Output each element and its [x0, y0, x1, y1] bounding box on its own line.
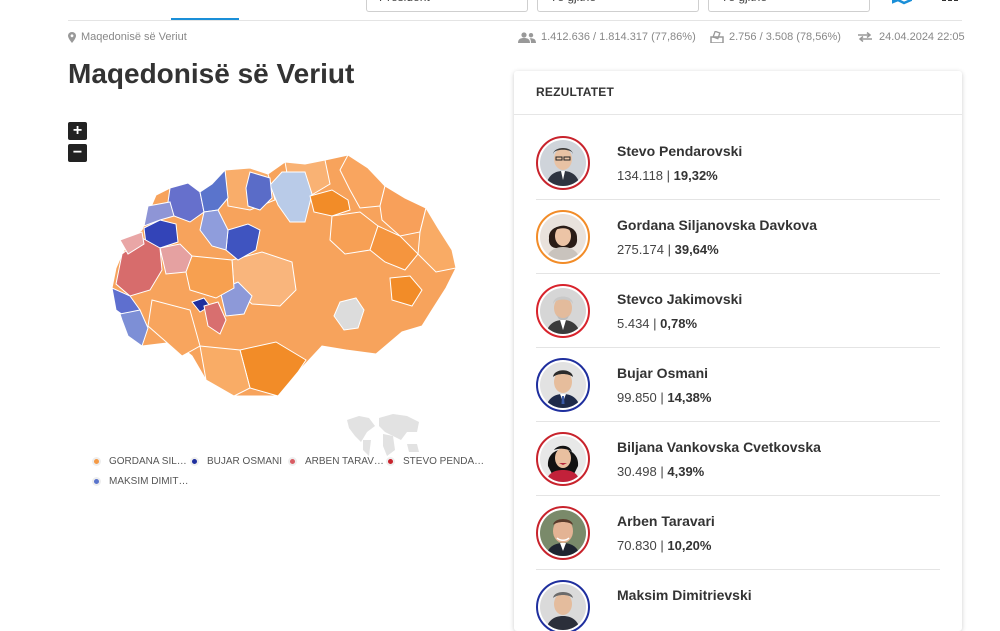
candidate-row[interactable]: Arben Taravari 70.830 | 10,20%: [536, 496, 940, 570]
region-dropdown[interactable]: Të gjithë: [537, 0, 699, 12]
results-title: REZULTATET: [536, 85, 614, 99]
candidate-name: Stevco Jakimovski: [617, 291, 743, 307]
page-title: Maqedonisë së Veriut: [68, 58, 355, 89]
legend-dot: [92, 477, 101, 486]
location-pin-icon: [68, 31, 76, 43]
vote-percent: 0,78%: [660, 316, 698, 331]
candidate-name: Arben Taravari: [617, 513, 715, 529]
vote-count: 275.174: [617, 242, 664, 257]
vote-count: 134.118: [617, 168, 664, 183]
people-icon: [518, 31, 536, 43]
candidate-photo: [540, 510, 586, 556]
election-type-dropdown[interactable]: President: [366, 0, 528, 12]
vote-percent: 4,39%: [667, 464, 705, 479]
candidate-name: Biljana Vankovska Cvetkovska: [617, 439, 821, 455]
legend-dot: [190, 457, 199, 466]
vote-percent: 39,64%: [674, 242, 719, 257]
zoom-in-button[interactable]: +: [68, 122, 87, 140]
candidate-votes: 134.118 | 19,32%: [617, 168, 718, 183]
vote-count: 5.434: [617, 316, 650, 331]
ballot-box-icon: [710, 31, 724, 43]
vote-count: 70.830: [617, 538, 657, 553]
turnout-value: 1.412.636 / 1.814.317 (77,86%): [541, 31, 696, 43]
update-arrows-icon: [858, 32, 872, 42]
candidate-avatar: [536, 506, 590, 560]
legend-item[interactable]: BUJAR OSMANI: [190, 456, 282, 467]
municipality-results-map[interactable]: [100, 150, 470, 410]
top-navigation: President Të gjithë Të gjithë: [0, 0, 1000, 24]
candidate-row[interactable]: Gordana Siljanovska Davkova 275.174 | 39…: [536, 200, 940, 274]
candidate-photo: [540, 584, 586, 630]
candidate-photo: [540, 436, 586, 482]
world-minimap-icon[interactable]: [345, 410, 423, 458]
legend-label: STEVO PENDA…: [403, 456, 485, 467]
candidate-row[interactable]: Stevco Jakimovski 5.434 | 0,78%: [536, 274, 940, 348]
candidate-row[interactable]: Maksim Dimitrievski: [536, 570, 940, 631]
legend-dot: [92, 457, 101, 466]
legend-dot: [386, 457, 395, 466]
candidate-row[interactable]: Biljana Vankovska Cvetkovska 30.498 | 4,…: [536, 422, 940, 496]
candidate-row[interactable]: Bujar Osmani 99.850 | 14,38%: [536, 348, 940, 422]
legend-item[interactable]: GORDANA SIL…: [92, 456, 187, 467]
location-breadcrumb: Maqedonisë së Veriut: [68, 31, 187, 43]
candidate-photo: [540, 288, 586, 334]
zoom-out-button[interactable]: −: [68, 144, 87, 162]
top-divider: [68, 20, 962, 21]
vote-count: 99.850: [617, 390, 657, 405]
candidate-name: Maksim Dimitrievski: [617, 587, 752, 603]
last-update-stat: 24.04.2024 22:05: [856, 31, 965, 43]
candidate-votes: 30.498 | 4,39%: [617, 464, 705, 479]
candidate-photo: [540, 362, 586, 408]
legend-dot: [288, 457, 297, 466]
legend-item[interactable]: ARBEN TARAV…: [288, 456, 384, 467]
last-update-value: 24.04.2024 22:05: [879, 31, 965, 43]
candidate-name: Bujar Osmani: [617, 365, 709, 381]
turnout-stat: 1.412.636 / 1.814.317 (77,86%): [518, 31, 696, 43]
municipality-dropdown[interactable]: Të gjithë: [708, 0, 870, 12]
candidate-avatar: [536, 432, 590, 486]
candidate-avatar: [536, 210, 590, 264]
legend-label: MAKSIM DIMIT…: [109, 476, 189, 487]
polling-stations-stat: 2.756 / 3.508 (78,56%): [710, 31, 841, 43]
results-divider: [514, 114, 962, 115]
candidate-name: Gordana Siljanovska Davkova: [617, 217, 817, 233]
polling-stations-value: 2.756 / 3.508 (78,56%): [729, 31, 841, 43]
candidate-votes: 5.434 | 0,78%: [617, 316, 698, 331]
candidate-avatar: [536, 580, 590, 631]
vote-percent: 14,38%: [667, 390, 712, 405]
chart-view-icon[interactable]: [940, 0, 960, 6]
legend-label: ARBEN TARAV…: [305, 456, 384, 467]
candidate-votes: 70.830 | 10,20%: [617, 538, 712, 553]
candidate-avatar: [536, 358, 590, 412]
candidate-avatar: [536, 284, 590, 338]
vote-percent: 19,32%: [673, 168, 718, 183]
candidate-photo: [540, 140, 586, 186]
vote-count: 30.498: [617, 464, 657, 479]
legend-label: BUJAR OSMANI: [207, 456, 283, 467]
candidate-photo: [540, 214, 586, 260]
candidate-votes: 275.174 | 39,64%: [617, 242, 719, 257]
legend-item[interactable]: MAKSIM DIMIT…: [92, 476, 188, 487]
vote-percent: 10,20%: [667, 538, 712, 553]
candidate-row[interactable]: Stevo Pendarovski 134.118 | 19,32%: [536, 126, 940, 200]
legend-label: GORDANA SIL…: [109, 456, 187, 467]
legend-item[interactable]: STEVO PENDA…: [386, 456, 484, 467]
map-view-icon[interactable]: [892, 0, 912, 6]
location-label: Maqedonisë së Veriut: [81, 31, 187, 43]
results-panel: REZULTATET Stevo Pendarovski 134.118 | 1…: [514, 71, 962, 631]
candidate-votes: 99.850 | 14,38%: [617, 390, 712, 405]
candidate-avatar: [536, 136, 590, 190]
candidate-name: Stevo Pendarovski: [617, 143, 743, 159]
